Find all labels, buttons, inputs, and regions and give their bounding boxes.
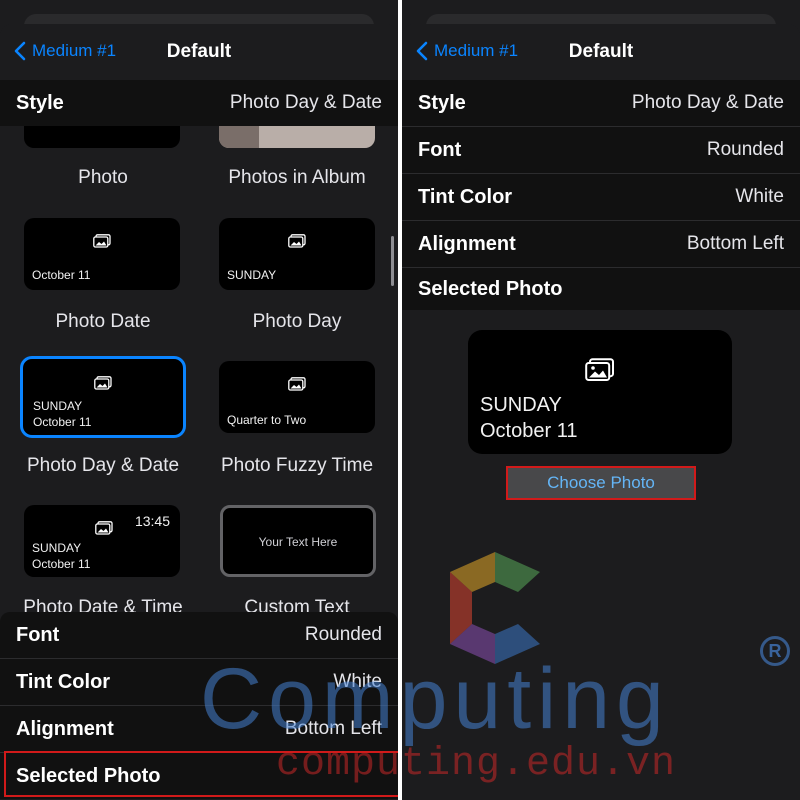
setting-label: Selected Photo [16, 764, 161, 787]
page-title: Default [568, 41, 634, 62]
photo-icon [93, 234, 111, 248]
setting-value: Rounded [304, 624, 382, 645]
tile-text: October 11 [32, 557, 91, 571]
setting-row-alignment[interactable]: Alignment Bottom Left [402, 221, 800, 267]
setting-row-selected-photo[interactable]: Selected Photo [402, 268, 800, 310]
setting-label: Alignment [16, 717, 114, 740]
setting-value: Bottom Left [686, 233, 784, 254]
style-tile-photo-day[interactable]: SUNDAY [219, 218, 375, 290]
photo-icon [94, 376, 112, 390]
setting-label: Alignment [418, 232, 516, 255]
setting-value: Photo Day & Date [229, 92, 382, 113]
preview-day: SUNDAY [480, 394, 562, 416]
tile-text: SUNDAY [33, 399, 83, 413]
setting-row-font[interactable]: Font Rounded [402, 127, 800, 173]
setting-label: Style [16, 91, 64, 114]
tile-text: Your Text Here [258, 535, 338, 549]
style-tile-photo-date[interactable]: October 11 [24, 218, 180, 290]
setting-row-tint-color[interactable]: Tint Color White [402, 174, 800, 220]
setting-value: White [735, 186, 784, 207]
setting-value: Photo Day & Date [631, 92, 784, 113]
tile-text: October 11 [32, 268, 91, 282]
setting-value: Rounded [706, 139, 784, 160]
photo-icon [585, 358, 614, 381]
registered-mark: R [760, 636, 790, 666]
style-caption: Photo [78, 167, 128, 188]
preview-date: October 11 [480, 420, 578, 442]
tile-time: 13:45 [134, 513, 170, 529]
style-tile-photo-fuzzy-time[interactable]: Quarter to Two [219, 361, 375, 433]
setting-label: Tint Color [418, 185, 513, 208]
style-tile-photo-date-time[interactable]: 13:45 SUNDAY October 11 [24, 505, 180, 577]
page-title: Default [166, 41, 232, 62]
style-caption: Photos in Album [228, 167, 366, 188]
style-caption: Photo Day [252, 311, 342, 332]
style-caption: Photo Date [55, 311, 151, 332]
setting-row-style[interactable]: Style Photo Day & Date [0, 80, 398, 126]
scroll-indicator[interactable] [391, 236, 394, 286]
nav-bar: Medium #1 Default [402, 24, 800, 80]
setting-label: Font [418, 138, 462, 161]
tile-text: SUNDAY [32, 541, 82, 555]
setting-row-style[interactable]: Style Photo Day & Date [402, 80, 800, 126]
style-caption: Photo Day & Date [26, 455, 180, 476]
nav-bar: Medium #1 Default [0, 24, 398, 80]
widget-preview: SUNDAY October 11 [468, 330, 732, 454]
setting-label: Tint Color [16, 670, 111, 693]
tile-text: October 11 [33, 415, 92, 429]
photo-icon [288, 234, 306, 248]
style-caption: Photo Fuzzy Time [220, 455, 374, 476]
photo-icon [288, 377, 306, 391]
style-tile-photo-day-date[interactable]: SUNDAY October 11 [20, 356, 186, 438]
photo-icon [95, 521, 113, 535]
tile-text: SUNDAY [227, 268, 277, 282]
setting-label: Style [418, 91, 466, 114]
tile-text: Quarter to Two [227, 413, 307, 427]
choose-photo-button[interactable]: Choose Photo [508, 468, 694, 498]
style-tile-custom-text[interactable]: Your Text Here [220, 505, 376, 577]
watermark-url: computing.edu.vn [276, 742, 677, 787]
brand-logo-icon [450, 552, 540, 664]
watermark-brand: Computing [200, 651, 670, 747]
setting-label: Font [16, 623, 60, 646]
setting-label: Selected Photo [418, 277, 563, 300]
